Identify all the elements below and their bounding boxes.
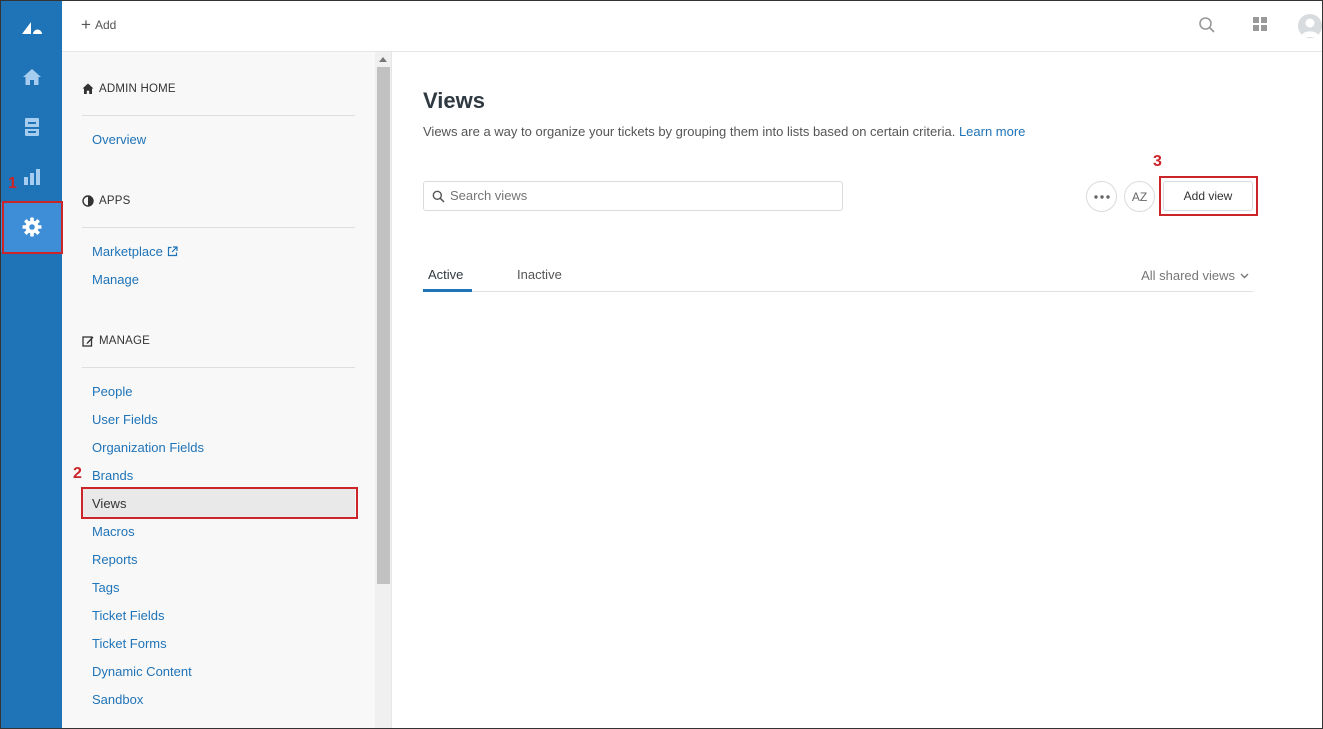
edit-icon	[82, 336, 94, 347]
home-nav-icon[interactable]	[1, 52, 62, 102]
sidebar-item-ticket-fields[interactable]: Ticket Fields	[92, 608, 164, 623]
page-description: Views are a way to organize your tickets…	[423, 124, 1025, 139]
add-button[interactable]: + Add	[81, 15, 117, 34]
product-rail	[1, 1, 62, 728]
sidebar-item-marketplace[interactable]: Marketplace	[92, 244, 178, 259]
learn-more-link[interactable]: Learn more	[959, 124, 1025, 139]
admin-settings-gear-icon[interactable]	[1, 202, 62, 252]
home-icon	[82, 83, 94, 94]
section-title: APPS	[99, 195, 131, 207]
description-text: Views are a way to organize your tickets…	[423, 124, 956, 139]
plus-icon: +	[81, 15, 91, 34]
sidebar-item-overview[interactable]: Overview	[92, 132, 146, 147]
filter-label: All shared views	[1141, 268, 1235, 283]
ellipsis-icon	[1093, 194, 1110, 199]
section-header-manage: MANAGE	[82, 335, 150, 347]
sidebar-item-tags[interactable]: Tags	[92, 580, 119, 595]
search-views-input[interactable]	[450, 188, 830, 203]
page-title: Views	[423, 88, 485, 113]
scroll-up-arrow-icon[interactable]	[379, 57, 387, 62]
callout-number-1: 1	[8, 175, 17, 192]
sidebar-item-views[interactable]: Views	[92, 496, 126, 511]
half-circle-icon	[82, 195, 94, 207]
section-header-admin-home: ADMIN HOME	[82, 83, 176, 95]
sidebar-item-sandbox[interactable]: Sandbox	[92, 692, 143, 707]
add-button-label: Add	[94, 18, 117, 32]
section-divider	[82, 367, 355, 368]
chevron-down-icon	[1240, 273, 1249, 278]
admin-sidebar: ADMIN HOME Overview APPS Marketplace Man…	[62, 52, 375, 728]
callout-number-3: 3	[1153, 153, 1162, 170]
scrollbar-thumb[interactable]	[377, 67, 390, 584]
tab-inactive[interactable]: Inactive	[517, 267, 562, 282]
search-icon[interactable]	[1198, 16, 1216, 39]
tab-active[interactable]: Active	[428, 267, 463, 282]
app-window: + Add ADMIN HOME Overview APPS Marketpla…	[0, 0, 1323, 729]
external-link-icon	[167, 246, 178, 257]
callout-number-2: 2	[73, 465, 82, 482]
sidebar-scrollbar[interactable]	[375, 52, 392, 728]
sort-az-icon: AZ	[1131, 189, 1148, 204]
section-header-apps: APPS	[82, 195, 130, 207]
section-divider	[82, 115, 355, 116]
sidebar-item-user-fields[interactable]: User Fields	[92, 412, 158, 427]
sidebar-item-manage[interactable]: Manage	[92, 272, 139, 287]
views-tabs: Active Inactive All shared views	[423, 262, 1253, 292]
add-view-button[interactable]: Add view	[1163, 181, 1253, 211]
sidebar-item-reports[interactable]: Reports	[92, 552, 138, 567]
sidebar-item-brands[interactable]: Brands	[92, 468, 133, 483]
sidebar-item-people[interactable]: People	[92, 384, 132, 399]
sort-alphabetical-button[interactable]: AZ	[1124, 181, 1155, 212]
zendesk-logo-icon[interactable]	[1, 1, 62, 51]
section-title: ADMIN HOME	[99, 83, 176, 95]
sidebar-item-ticket-forms[interactable]: Ticket Forms	[92, 636, 167, 651]
tickets-nav-icon[interactable]	[1, 102, 62, 152]
user-avatar[interactable]	[1298, 14, 1322, 38]
product-tray-grid-icon[interactable]	[1252, 16, 1268, 37]
active-tab-indicator	[423, 289, 472, 292]
sidebar-item-dynamic-content[interactable]: Dynamic Content	[92, 664, 192, 679]
sidebar-item-macros[interactable]: Macros	[92, 524, 135, 539]
more-options-button[interactable]	[1086, 181, 1117, 212]
top-bar: + Add	[62, 1, 1322, 52]
search-views-box[interactable]	[423, 181, 843, 211]
section-title: MANAGE	[99, 335, 151, 347]
shared-views-filter-dropdown[interactable]: All shared views	[1141, 268, 1249, 283]
sidebar-item-organization-fields[interactable]: Organization Fields	[92, 440, 204, 455]
main-content: Views Views are a way to organize your t…	[392, 52, 1322, 728]
search-icon	[432, 190, 445, 203]
sidebar-item-label: Marketplace	[92, 244, 163, 259]
section-divider	[82, 227, 355, 228]
